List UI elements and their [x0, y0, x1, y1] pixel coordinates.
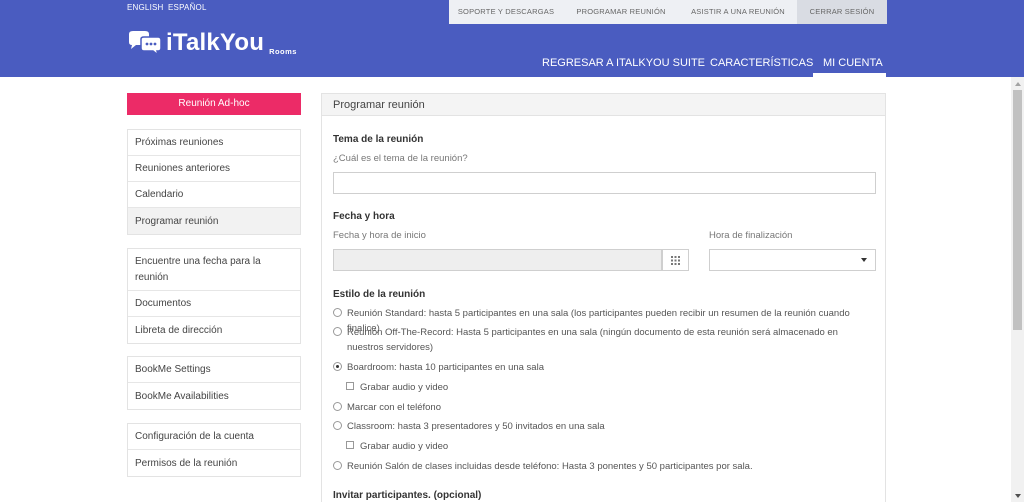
- style-option-classroom-phone[interactable]: Reunión Salón de clases incluidas desde …: [333, 459, 878, 474]
- record-av-option-classroom[interactable]: Grabar audio y video: [346, 439, 891, 454]
- support-downloads-link[interactable]: SOPORTE Y DESCARGAS: [449, 0, 563, 24]
- sidebar-item-upcoming[interactable]: Próximas reuniones: [128, 130, 300, 156]
- sidebar-item-find-date[interactable]: Encuentre una fecha para la reunión: [128, 249, 300, 291]
- checkbox-record-boardroom[interactable]: [346, 382, 354, 390]
- invite-heading: Invitar participantes. (opcional): [333, 490, 482, 501]
- sidebar-group-tools: Encuentre una fecha para la reunión Docu…: [127, 248, 301, 344]
- sidebar-item-account-config[interactable]: Configuración de la cuenta: [128, 424, 300, 450]
- calendar-grid-icon: [671, 255, 680, 265]
- topic-question-label: ¿Cuál es el tema de la reunión?: [333, 153, 468, 164]
- style-option-off-the-record[interactable]: Reunión Off-The-Record: Hasta 5 particip…: [333, 325, 868, 355]
- radio-off-the-record[interactable]: [333, 327, 342, 336]
- sidebar-item-calendar[interactable]: Calendario: [128, 182, 300, 208]
- schedule-meeting-link[interactable]: PROGRAMAR REUNIÓN: [563, 0, 679, 24]
- record-av-option-boardroom[interactable]: Grabar audio y video: [346, 380, 891, 395]
- logout-link[interactable]: CERRAR SESIÓN: [797, 0, 887, 24]
- style-heading: Estilo de la reunión: [333, 289, 426, 300]
- end-time-select[interactable]: [709, 249, 876, 271]
- language-spanish-link[interactable]: ESPAÑOL: [168, 3, 207, 12]
- nav-features[interactable]: CARACTERÍSTICAS: [710, 57, 813, 69]
- radio-standard[interactable]: [333, 308, 342, 317]
- sidebar-item-meeting-permissions[interactable]: Permisos de la reunión: [128, 450, 300, 476]
- sidebar-item-bookme-settings[interactable]: BookMe Settings: [128, 357, 300, 383]
- sidebar-item-bookme-availabilities[interactable]: BookMe Availabilities: [128, 383, 300, 409]
- radio-classroom-phone[interactable]: [333, 461, 342, 470]
- sidebar-item-documents[interactable]: Documentos: [128, 291, 300, 317]
- chat-bubbles-icon: [127, 30, 163, 57]
- topic-heading: Tema de la reunión: [333, 134, 424, 145]
- radio-phone[interactable]: [333, 402, 342, 411]
- scroll-up-arrow-icon[interactable]: [1011, 77, 1024, 90]
- sidebar-group-bookme: BookMe Settings BookMe Availabilities: [127, 356, 301, 410]
- logo-subtitle: Rooms: [269, 47, 297, 56]
- radio-classroom[interactable]: [333, 421, 342, 430]
- calendar-picker-button[interactable]: [662, 249, 689, 271]
- page-scrollbar[interactable]: [1011, 77, 1024, 502]
- topic-input[interactable]: [333, 172, 876, 194]
- nav-back-to-suite[interactable]: REGRESAR A ITALKYOU SUITE: [542, 57, 705, 69]
- panel-title: Programar reunión: [322, 94, 885, 116]
- radio-boardroom[interactable]: [333, 362, 342, 371]
- logo-wordmark: iTalkYou: [166, 29, 265, 56]
- end-time-label: Hora de finalización: [709, 230, 793, 241]
- scroll-down-arrow-icon[interactable]: [1011, 489, 1024, 502]
- nav-my-account[interactable]: MI CUENTA: [823, 57, 883, 69]
- style-option-phone[interactable]: Marcar con el teléfono: [333, 400, 878, 415]
- datetime-heading: Fecha y hora: [333, 211, 395, 222]
- start-datetime-label: Fecha y hora de inicio: [333, 230, 426, 241]
- sidebar-item-address-book[interactable]: Libreta de dirección: [128, 317, 300, 343]
- brand-logo[interactable]: iTalkYou Rooms: [127, 29, 297, 60]
- style-option-classroom[interactable]: Classroom: hasta 3 presentadores y 50 in…: [333, 419, 878, 434]
- sidebar-group-meetings: Próximas reuniones Reuniones anteriores …: [127, 129, 301, 235]
- caret-down-icon: [861, 258, 867, 262]
- sidebar-group-account: Configuración de la cuenta Permisos de l…: [127, 423, 301, 477]
- sidebar-item-past[interactable]: Reuniones anteriores: [128, 156, 300, 182]
- checkbox-record-classroom[interactable]: [346, 441, 354, 449]
- style-option-boardroom[interactable]: Boardroom: hasta 10 participantes en una…: [333, 360, 878, 375]
- top-utility-nav: SOPORTE Y DESCARGAS PROGRAMAR REUNIÓN AS…: [449, 0, 887, 24]
- schedule-meeting-panel: Programar reunión Tema de la reunión ¿Cu…: [321, 93, 886, 502]
- adhoc-meeting-button[interactable]: Reunión Ad-hoc: [127, 93, 301, 115]
- start-datetime-input[interactable]: [333, 249, 662, 271]
- active-tab-indicator: [813, 73, 886, 77]
- join-meeting-link[interactable]: ASISTIR A UNA REUNIÓN: [679, 0, 797, 24]
- language-english-link[interactable]: ENGLISH: [127, 3, 164, 12]
- top-header: ENGLISH ESPAÑOL SOPORTE Y DESCARGAS PROG…: [0, 0, 1024, 77]
- scrollbar-thumb[interactable]: [1013, 90, 1022, 330]
- sidebar-item-schedule[interactable]: Programar reunión: [128, 208, 300, 234]
